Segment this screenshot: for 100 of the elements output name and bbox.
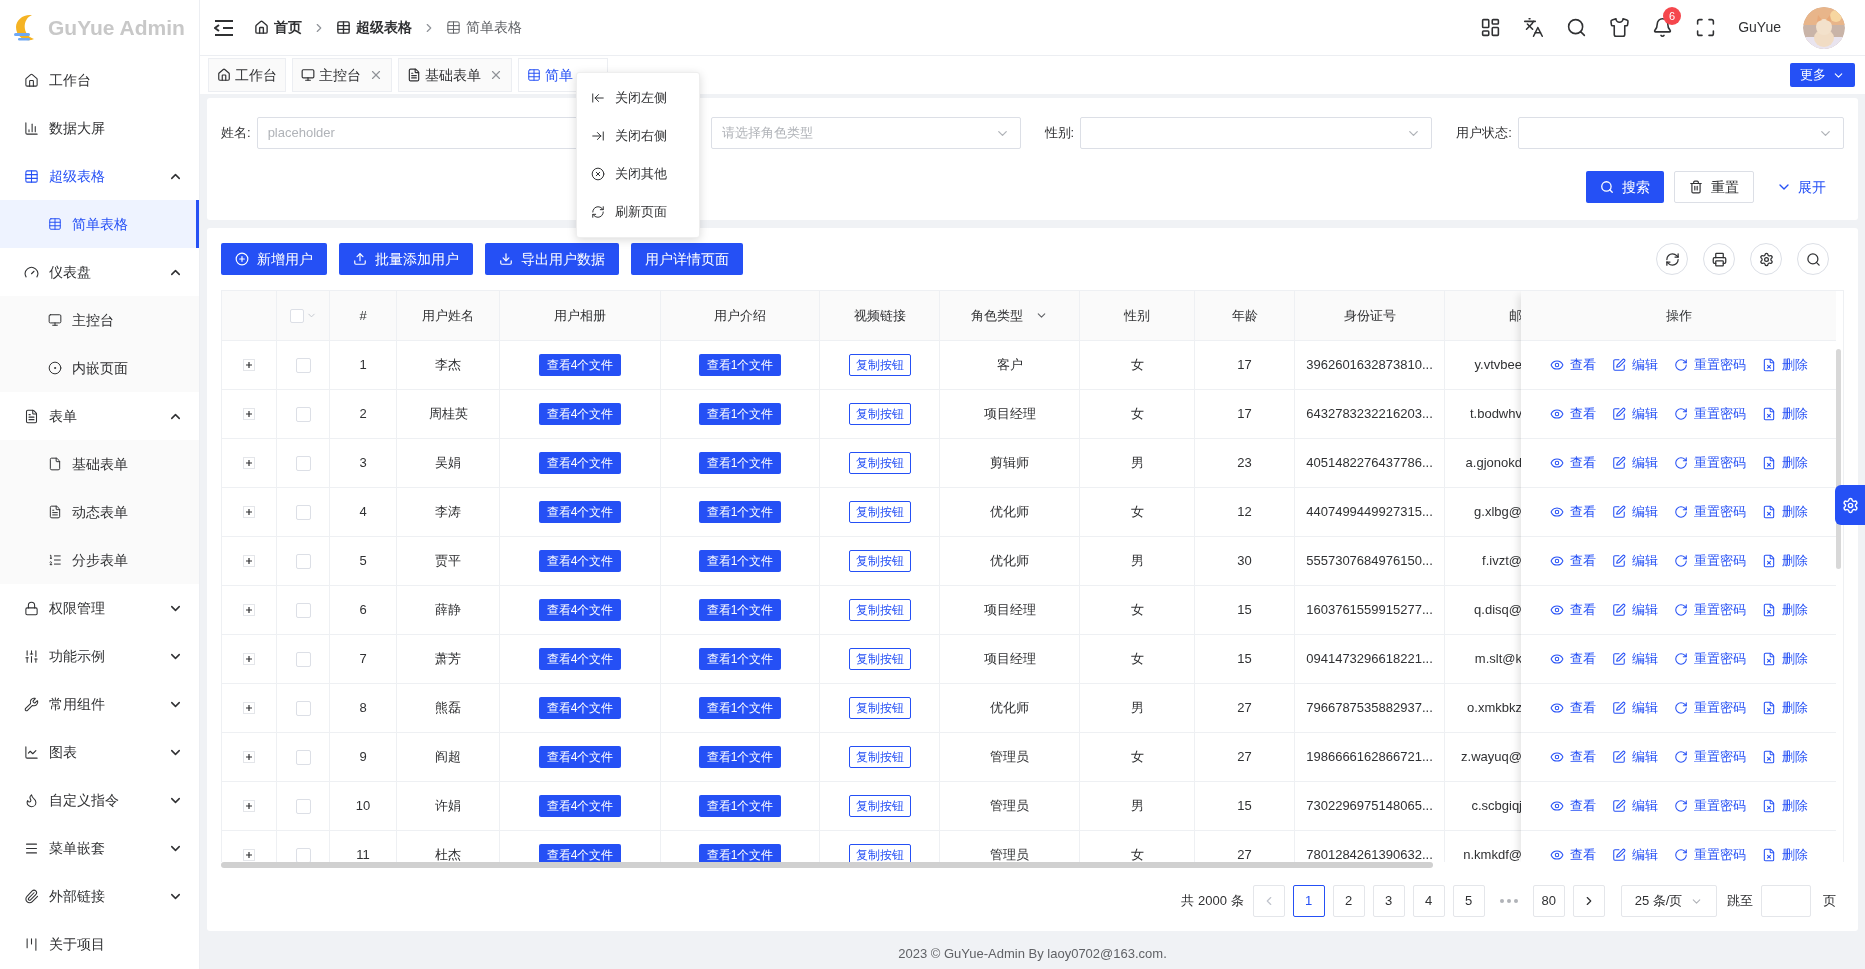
reset-password-link[interactable]: 重置密码 — [1673, 698, 1746, 718]
reset-button[interactable]: 重置 — [1674, 171, 1754, 203]
toolbar-button[interactable]: 用户详情页面 — [631, 243, 743, 275]
sidebar-item[interactable]: 自定义指令 — [0, 776, 199, 824]
view-link[interactable]: 查看 — [1549, 747, 1596, 767]
checkbox[interactable] — [295, 749, 311, 765]
close-icon[interactable] — [489, 68, 503, 82]
view-files-button[interactable]: 查看4个文件 — [538, 697, 622, 719]
page-button[interactable]: 2 — [1332, 885, 1365, 917]
copy-button[interactable]: 复制按钮 — [848, 746, 911, 768]
sidebar-subitem[interactable]: 基础表单 — [0, 440, 199, 488]
copy-button[interactable]: 复制按钮 — [848, 648, 911, 670]
checkbox[interactable] — [295, 504, 311, 520]
delete-link[interactable]: 删除 — [1761, 551, 1808, 571]
settings-button[interactable] — [1835, 485, 1865, 525]
view-link[interactable]: 查看 — [1549, 355, 1596, 375]
view-link[interactable]: 查看 — [1549, 845, 1596, 862]
reset-password-link[interactable]: 重置密码 — [1673, 502, 1746, 522]
view-link[interactable]: 查看 — [1549, 551, 1596, 571]
copy-button[interactable]: 复制按钮 — [848, 599, 911, 621]
checkbox[interactable] — [289, 308, 304, 323]
view-files-button[interactable]: 查看4个文件 — [538, 354, 622, 376]
checkbox[interactable] — [295, 357, 311, 373]
expand-link[interactable]: 展开 — [1764, 171, 1838, 203]
copy-button[interactable]: 复制按钮 — [848, 452, 911, 474]
sidebar-item[interactable]: 工作台 — [0, 56, 199, 104]
copy-button[interactable]: 复制按钮 — [848, 550, 911, 572]
expand-icon[interactable] — [243, 359, 255, 371]
view-files-button[interactable]: 查看4个文件 — [538, 501, 622, 523]
breadcrumb-link[interactable]: 超级表格 — [336, 17, 412, 38]
menu-item[interactable]: 关闭其他 — [577, 155, 699, 193]
checkbox[interactable] — [295, 651, 311, 667]
delete-link[interactable]: 删除 — [1761, 404, 1808, 424]
sidebar-item[interactable]: 权限管理 — [0, 584, 199, 632]
reset-password-link[interactable]: 重置密码 — [1673, 600, 1746, 620]
view-files-button[interactable]: 查看1个文件 — [698, 403, 782, 425]
select-field[interactable] — [1517, 117, 1844, 149]
reset-password-link[interactable]: 重置密码 — [1673, 796, 1746, 816]
search-icon[interactable] — [1566, 17, 1588, 38]
page-tab[interactable]: 主控台 — [292, 58, 392, 92]
view-link[interactable]: 查看 — [1549, 502, 1596, 522]
sidebar-item[interactable]: 常用组件 — [0, 680, 199, 728]
expand-icon[interactable] — [243, 800, 255, 812]
view-files-button[interactable]: 查看4个文件 — [538, 795, 622, 817]
view-files-button[interactable]: 查看4个文件 — [538, 844, 622, 862]
sidebar-item[interactable]: 功能示例 — [0, 632, 199, 680]
view-files-button[interactable]: 查看1个文件 — [698, 648, 782, 670]
checkbox[interactable] — [295, 455, 311, 471]
fullscreen-icon[interactable] — [1695, 17, 1717, 38]
view-link[interactable]: 查看 — [1549, 796, 1596, 816]
expand-icon[interactable] — [243, 751, 255, 763]
view-files-button[interactable]: 查看1个文件 — [698, 599, 782, 621]
expand-icon[interactable] — [243, 506, 255, 518]
view-files-button[interactable]: 查看4个文件 — [538, 599, 622, 621]
sidebar-subitem[interactable]: 简单表格 — [0, 200, 199, 248]
delete-link[interactable]: 删除 — [1761, 747, 1808, 767]
checkbox[interactable] — [295, 406, 311, 422]
sidebar-subitem[interactable]: 内嵌页面 — [0, 344, 199, 392]
expand-icon[interactable] — [243, 457, 255, 469]
edit-link[interactable]: 编辑 — [1611, 698, 1658, 718]
more-button[interactable]: 更多 — [1790, 63, 1855, 87]
reset-password-link[interactable]: 重置密码 — [1673, 551, 1746, 571]
page-button[interactable]: 80 — [1532, 885, 1565, 917]
checkbox[interactable] — [295, 553, 311, 569]
page-button[interactable]: 1 — [1292, 885, 1325, 917]
user-name[interactable]: GuYue — [1738, 17, 1781, 38]
edit-link[interactable]: 编辑 — [1611, 453, 1658, 473]
checkbox[interactable] — [295, 700, 311, 716]
view-files-button[interactable]: 查看4个文件 — [538, 452, 622, 474]
reset-password-link[interactable]: 重置密码 — [1673, 453, 1746, 473]
shirt-icon[interactable] — [1609, 17, 1631, 38]
delete-link[interactable]: 删除 — [1761, 845, 1808, 862]
view-files-button[interactable]: 查看1个文件 — [698, 501, 782, 523]
reset-password-link[interactable]: 重置密码 — [1673, 845, 1746, 862]
page-button[interactable]: 4 — [1412, 885, 1445, 917]
copy-button[interactable]: 复制按钮 — [848, 697, 911, 719]
view-link[interactable]: 查看 — [1549, 698, 1596, 718]
breadcrumb-link[interactable]: 简单表格 — [446, 17, 522, 38]
view-files-button[interactable]: 查看1个文件 — [698, 354, 782, 376]
delete-link[interactable]: 删除 — [1761, 698, 1808, 718]
expand-icon[interactable] — [243, 604, 255, 616]
delete-link[interactable]: 删除 — [1761, 649, 1808, 669]
sidebar-item[interactable]: 外部链接 — [0, 872, 199, 920]
toolbar-button[interactable]: 导出用户数据 — [485, 243, 619, 275]
view-link[interactable]: 查看 — [1549, 404, 1596, 424]
sidebar-item[interactable]: 仪表盘 — [0, 248, 199, 296]
delete-link[interactable]: 删除 — [1761, 355, 1808, 375]
view-files-button[interactable]: 查看4个文件 — [538, 550, 622, 572]
select-field[interactable] — [1080, 117, 1433, 149]
edit-link[interactable]: 编辑 — [1611, 747, 1658, 767]
view-files-button[interactable]: 查看1个文件 — [698, 844, 782, 862]
edit-link[interactable]: 编辑 — [1611, 796, 1658, 816]
delete-link[interactable]: 删除 — [1761, 502, 1808, 522]
view-files-button[interactable]: 查看1个文件 — [698, 452, 782, 474]
expand-icon[interactable] — [243, 555, 255, 567]
view-files-button[interactable]: 查看1个文件 — [698, 746, 782, 768]
view-link[interactable]: 查看 — [1549, 600, 1596, 620]
menu-fold-icon[interactable] — [214, 18, 234, 37]
copy-button[interactable]: 复制按钮 — [848, 501, 911, 523]
copy-button[interactable]: 复制按钮 — [848, 354, 911, 376]
